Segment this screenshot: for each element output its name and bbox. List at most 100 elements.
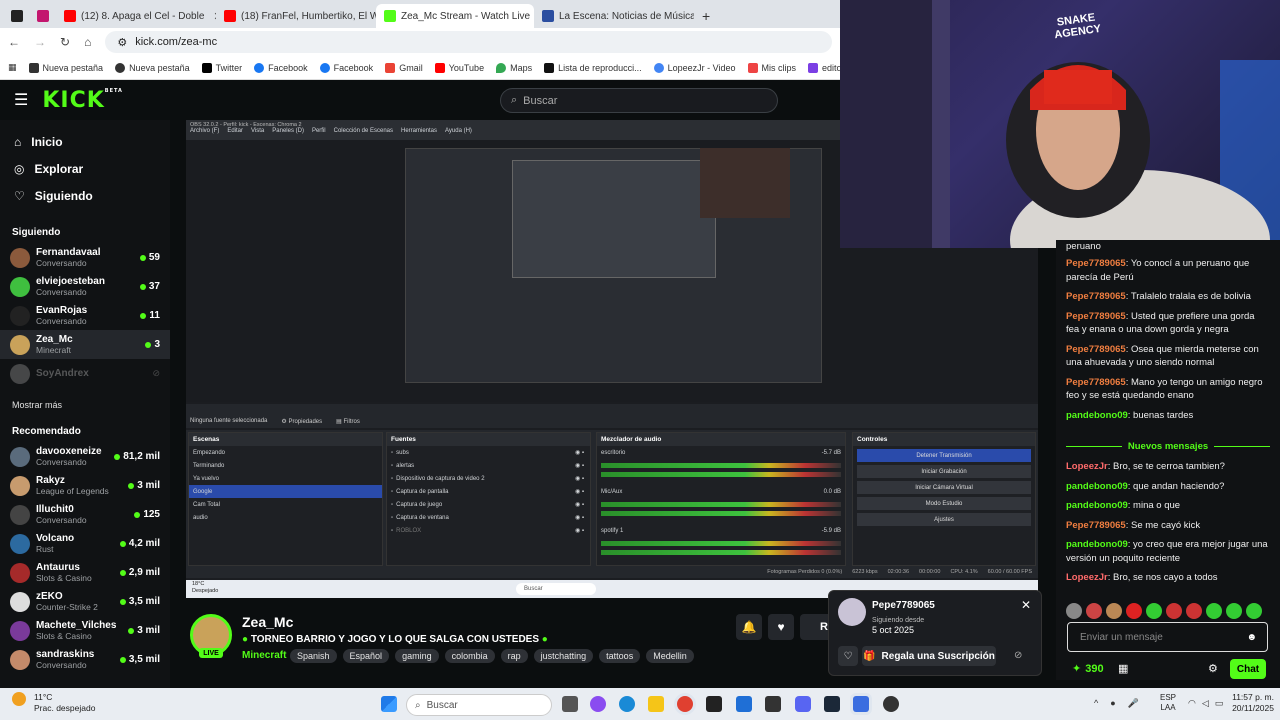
channel-item[interactable]: Illuchit0 Conversando 125 [0, 500, 170, 529]
stream-tag[interactable]: Español [342, 649, 390, 663]
app-tray-icon[interactable]: ● [1110, 698, 1115, 709]
mic-icon[interactable]: 🎤 [1128, 698, 1139, 709]
site-info-icon[interactable]: ⚙ [117, 36, 127, 49]
copilot-icon[interactable] [590, 696, 606, 712]
stream-tag[interactable]: gaming [395, 649, 439, 663]
stream-tag[interactable]: Spanish [290, 649, 337, 663]
channel-item[interactable]: Rakyz League of Legends 3 mil [0, 471, 170, 500]
follow-heart-icon[interactable]: ♡ [838, 646, 858, 666]
file-explorer-icon[interactable] [648, 696, 664, 712]
gift-sub-button[interactable]: 🎁 Regala una Suscripción [862, 646, 996, 666]
obs-icon[interactable] [883, 696, 899, 712]
windows-start-icon[interactable] [381, 696, 397, 712]
channel-item[interactable]: Antaurus Slots & Casino 2,9 mil [0, 558, 170, 587]
chat-username[interactable]: pandebono09 [1066, 481, 1128, 492]
store-icon[interactable]: ▦ [1118, 662, 1128, 675]
emote-icon[interactable] [1126, 603, 1142, 619]
stream-tag[interactable]: colombia [444, 649, 495, 663]
chat-username[interactable]: Pepe7789065 [1066, 311, 1126, 322]
tray-status-icons[interactable]: ◠ ◁ ▭ [1188, 698, 1223, 709]
nav-explorar[interactable]: ◎ Explorar [0, 155, 170, 182]
discord-icon[interactable] [795, 696, 811, 712]
bookmark[interactable]: Facebook [319, 62, 373, 73]
stream-tag[interactable]: tattoos [599, 649, 641, 663]
weather-widget[interactable]: 11°C Prac. despejado [34, 692, 95, 714]
stream-tag[interactable]: justchatting [533, 649, 594, 663]
language-indicator[interactable]: ESP LAA [1160, 693, 1176, 713]
bookmark[interactable]: Facebook [254, 62, 308, 73]
steam-icon[interactable] [824, 696, 840, 712]
browser-tab-active[interactable]: Zea_Mc Stream - Watch Live✕ [376, 4, 534, 28]
nav-siguiendo[interactable]: ♡ Siguiendo [0, 182, 170, 209]
mail-icon[interactable] [736, 696, 752, 712]
emote-icon[interactable] [1106, 603, 1122, 619]
bookmark[interactable]: Gmail [385, 62, 423, 73]
apps-icon[interactable]: ▦ [8, 62, 17, 73]
chrome-icon[interactable] [677, 696, 693, 712]
channel-item[interactable]: Fernandavaal Conversando 59 [0, 243, 170, 272]
emote-icon[interactable] [1066, 603, 1082, 619]
bookmark[interactable]: editor de videos onl [808, 62, 840, 73]
chat-username[interactable]: Pepe7789065 [1066, 291, 1126, 302]
new-tab-button[interactable]: + [694, 4, 718, 28]
emote-icon[interactable] [1186, 603, 1202, 619]
channel-item[interactable]: davooxeneize Conversando 81,2 mil [0, 442, 170, 471]
edge-icon[interactable] [619, 696, 635, 712]
streamer-name[interactable]: Zea_Mc [242, 614, 293, 630]
browser-tab[interactable] [4, 4, 30, 28]
forward-icon[interactable]: → [34, 35, 46, 49]
chat-username[interactable]: Pepe7789065 [1066, 520, 1126, 531]
chat-username[interactable]: Pepe7789065 [1066, 344, 1126, 355]
channel-offline[interactable]: SoyAndrex ⊘ [0, 359, 170, 388]
bookmark[interactable]: Nueva pestaña [115, 62, 190, 73]
clock[interactable]: 11:57 p. m. 20/11/2025 [1222, 692, 1274, 714]
chevron-up-icon[interactable]: ^ [1094, 698, 1098, 709]
menu-icon[interactable]: ☰ [14, 90, 28, 110]
emote-icon[interactable] [1206, 603, 1222, 619]
chat-send-button[interactable]: Chat [1230, 659, 1266, 679]
bookmark[interactable]: Mis clips [747, 62, 796, 73]
bookmark[interactable]: Maps [496, 62, 532, 73]
stream-category-link[interactable]: Minecraft [242, 650, 286, 661]
chat-input[interactable]: Enviar un mensaje ☻ [1067, 622, 1268, 652]
emote-icon[interactable] [1146, 603, 1162, 619]
channel-points[interactable]: ✦ 390 [1072, 662, 1104, 676]
gear-icon[interactable]: ⚙ [1208, 662, 1218, 675]
emote-icon[interactable] [1086, 603, 1102, 619]
channel-item[interactable]: Volcano Rust 4,2 mil [0, 529, 170, 558]
url-field[interactable]: ⚙ kick.com/zea-mc [105, 31, 832, 53]
mute-icon[interactable]: ⊘ [1014, 650, 1022, 661]
emote-icon[interactable] [1166, 603, 1182, 619]
stream-tag[interactable]: Medellin [646, 649, 694, 663]
emote-icon[interactable] [1246, 603, 1262, 619]
search-input[interactable]: ⌕ Buscar [500, 88, 778, 113]
back-icon[interactable]: ← [8, 35, 20, 49]
chat-username[interactable]: pandebono09 [1066, 539, 1128, 550]
chat-username[interactable]: LopeezJr [1066, 461, 1108, 472]
browser-tab[interactable]: (12) 8. Apaga el Cel - Doble✕ [56, 4, 216, 28]
emoji-icon[interactable]: ☻ [1246, 632, 1257, 643]
channel-item[interactable]: Machete_Vilches Slots & Casino 3 mil [0, 616, 170, 645]
app-icon[interactable] [853, 696, 869, 712]
channel-item[interactable]: Zea_Mc Minecraft 3 [0, 330, 170, 359]
chat-username[interactable]: pandebono09 [1066, 410, 1128, 421]
bell-icon[interactable]: 🔔 [736, 614, 762, 640]
chat-username[interactable]: Pepe7789065 [1066, 258, 1126, 269]
stream-tag[interactable]: rap [500, 649, 528, 663]
media-icon[interactable] [765, 696, 781, 712]
nav-inicio[interactable]: ⌂ Inicio [0, 128, 170, 155]
browser-tab[interactable]: La Escena: Noticias de Música y✕ [534, 4, 694, 28]
bookmark[interactable]: LopeezJr - Video [653, 62, 736, 73]
kick-logo[interactable]: KICKBETA [42, 88, 123, 113]
popover-username[interactable]: Pepe7789065 [872, 600, 935, 611]
browser-tab[interactable] [30, 4, 56, 28]
task-view-icon[interactable] [562, 696, 578, 712]
taskbar-search[interactable]: ⌕ Buscar [406, 694, 552, 716]
emote-icon[interactable] [1226, 603, 1242, 619]
subscribe-button[interactable]: R [800, 614, 828, 640]
properties-button[interactable]: ⚙ Propiedades [281, 418, 322, 425]
chat-username[interactable]: Pepe7789065 [1066, 377, 1126, 388]
chat-username[interactable]: LopeezJr [1066, 572, 1108, 583]
follow-heart-icon[interactable]: ♥ [768, 614, 794, 640]
chat-username[interactable]: pandebono09 [1066, 500, 1128, 511]
